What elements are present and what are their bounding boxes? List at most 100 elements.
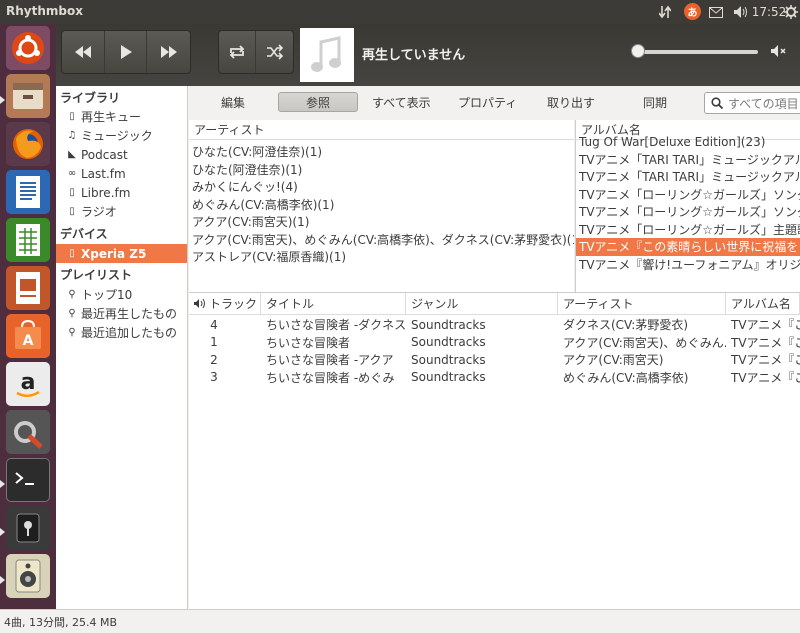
list-item[interactable]: TVアニメ「ローリング☆ガールズ」ソング集	[576, 186, 800, 204]
table-row[interactable]: 2 ちいさな冒険者 -アクア Soundtracks アクア(CV:雨宮天) T…	[189, 351, 800, 369]
svg-text:A: A	[23, 333, 34, 349]
librefm-icon: ▯	[69, 187, 75, 198]
sidebar-item-recently-played[interactable]: ⚲ 最近再生したもの	[56, 304, 187, 323]
list-item[interactable]: アクア(CV:雨宮天)、めぐみん(CV:高橋李依)、ダクネス(CV:茅野愛衣)(…	[189, 231, 574, 249]
queue-icon: ▯	[69, 111, 75, 122]
play-button[interactable]	[105, 31, 148, 73]
list-item[interactable]: ひなた(阿澄佳奈)(1)	[189, 161, 574, 179]
terminal-icon[interactable]	[6, 458, 50, 502]
sidebar-item-play-queue[interactable]: ▯ 再生キュー	[56, 107, 187, 126]
playback-controls	[61, 30, 191, 74]
column-header-title[interactable]: タイトル	[261, 293, 406, 314]
podcast-icon: ◣	[68, 149, 76, 160]
list-item[interactable]: Tug Of War[Deluxe Edition](23)	[576, 133, 800, 151]
track-list: トラック タイトル ジャンル アーティスト アルバム名 4 ちいさな冒険者 -ダ…	[189, 292, 800, 609]
list-item[interactable]: アクア(CV:雨宮天)(1)	[189, 213, 574, 231]
speaker-icon	[194, 298, 205, 309]
search-input[interactable]: すべての項目	[704, 92, 800, 114]
column-header-artist[interactable]: アーティスト	[558, 293, 726, 314]
music-icon: ♫	[67, 130, 77, 141]
ubuntu-dash-icon[interactable]	[6, 26, 50, 70]
album-art	[300, 28, 354, 82]
launcher: A a	[0, 24, 56, 633]
input-method-icon[interactable]: あ	[684, 3, 701, 20]
firefox-icon[interactable]	[6, 122, 50, 166]
sidebar: ライブラリ ▯ 再生キュー ♫ ミュージック ◣ Podcast ∞ Last.fm ▯…	[56, 86, 188, 609]
launcher-running-pip	[0, 528, 5, 536]
sidebar-item-librefm[interactable]: ▯ Libre.fm	[56, 183, 187, 202]
list-item[interactable]: アストレア(CV:福原香織)(1)	[189, 248, 574, 266]
sync-button[interactable]: 同期	[633, 92, 677, 112]
play-mode-controls	[218, 30, 294, 74]
rhythmbox-icon[interactable]	[6, 554, 50, 598]
volume-muted-icon[interactable]	[771, 44, 787, 61]
search-icon	[711, 97, 723, 109]
app-title: Rhythmbox	[6, 4, 83, 18]
previous-button[interactable]	[62, 31, 105, 73]
music-note-icon	[311, 36, 341, 72]
radio-icon: ▯	[69, 206, 75, 217]
sidebar-item-music[interactable]: ♫ ミュージック	[56, 126, 187, 145]
passwords-icon[interactable]	[6, 506, 50, 550]
list-item[interactable]: TVアニメ「TARI TARI」ミュージックアルバム	[576, 151, 800, 169]
artist-column-header[interactable]: アーティスト	[189, 120, 574, 140]
calc-icon[interactable]	[6, 218, 50, 262]
amazon-icon[interactable]: a	[6, 362, 50, 406]
sidebar-item-lastfm[interactable]: ∞ Last.fm	[56, 164, 187, 183]
edit-button[interactable]: 編集	[211, 92, 255, 112]
list-item[interactable]: TVアニメ「ローリング☆ガールズ」主題歌集	[576, 221, 800, 239]
list-item[interactable]: TVアニメ「ローリング☆ガールズ」ソング集	[576, 203, 800, 221]
lastfm-icon: ∞	[67, 168, 77, 179]
list-item[interactable]: みかくにんぐッ!(4)	[189, 178, 574, 196]
sidebar-item-xperia-z5[interactable]: ▯ Xperia Z5	[56, 244, 187, 263]
table-row[interactable]: 1 ちいさな冒険者 Soundtracks アクア(CV:雨宮天)、めぐみん..…	[189, 334, 800, 352]
library-header: ライブラリ	[60, 91, 121, 105]
list-item[interactable]: めぐみん(CV:高橋李依)(1)	[189, 196, 574, 214]
list-item[interactable]: TVアニメ『この素晴らしい世界に祝福を!』ED	[576, 238, 800, 256]
sidebar-item-recently-added[interactable]: ⚲ 最近追加したもの	[56, 323, 187, 342]
phone-icon: ▯	[69, 248, 75, 259]
mail-icon[interactable]	[707, 3, 725, 21]
artist-browser: アーティスト ひなた(CV:阿澄佳奈)(1) ひなた(阿澄佳奈)(1) みかくに…	[189, 120, 574, 292]
column-header-track[interactable]: トラック	[189, 293, 261, 314]
track-list-header: トラック タイトル ジャンル アーティスト アルバム名	[189, 293, 800, 315]
status-text: 4曲, 13分間, 25.4 MB	[4, 615, 118, 629]
gear-icon[interactable]	[782, 3, 800, 21]
top-panel: Rhythmbox あ 17:52	[0, 0, 800, 24]
volume-slider[interactable]	[638, 50, 758, 54]
browse-button[interactable]: 参照	[278, 92, 358, 112]
eject-device-button[interactable]: 取り出す	[537, 92, 605, 112]
column-header-genre[interactable]: ジャンル	[406, 293, 558, 314]
search-placeholder: すべての項目	[728, 96, 799, 111]
properties-button[interactable]: プロパティ	[448, 92, 527, 112]
system-settings-icon[interactable]	[6, 410, 50, 454]
impress-icon[interactable]	[6, 266, 50, 310]
player-toolbar: 再生していません	[56, 24, 800, 86]
table-row[interactable]: 3 ちいさな冒険者 -めぐみ Soundtracks めぐみん(CV:高橋李依)…	[189, 369, 800, 387]
next-button[interactable]	[147, 31, 190, 73]
repeat-button[interactable]	[219, 31, 256, 73]
status-bar: 4曲, 13分間, 25.4 MB	[0, 609, 800, 633]
list-item[interactable]: ひなた(CV:阿澄佳奈)(1)	[189, 143, 574, 161]
volume-slider-knob[interactable]	[631, 44, 645, 58]
table-row[interactable]: 4 ちいさな冒険者 -ダクネス Soundtracks ダクネス(CV:茅野愛衣…	[189, 316, 800, 334]
devices-header: デバイス	[60, 227, 108, 241]
browse-toolbar: 編集 参照 すべて表示 プロパティ 取り出す 同期 すべての項目	[189, 86, 800, 120]
list-item[interactable]: TVアニメ「TARI TARI」ミュージックアルバム	[576, 168, 800, 186]
column-header-album[interactable]: アルバム名	[726, 293, 800, 314]
clock[interactable]: 17:52	[752, 3, 787, 21]
sidebar-item-radio[interactable]: ▯ ラジオ	[56, 202, 187, 221]
svg-text:a: a	[21, 370, 36, 395]
sidebar-item-top10[interactable]: ⚲ トップ10	[56, 285, 187, 304]
launcher-running-pip	[0, 576, 5, 584]
show-all-button[interactable]: すべて表示	[362, 92, 441, 112]
album-browser: アルバム名 Tug Of War[Deluxe Edition](23) TVア…	[575, 120, 800, 292]
volume-indicator-icon[interactable]	[732, 3, 750, 21]
sidebar-item-podcast[interactable]: ◣ Podcast	[56, 145, 187, 164]
files-icon[interactable]	[6, 74, 50, 118]
list-item[interactable]: TVアニメ『響け!ユーフォニアム』オリジナル	[576, 256, 800, 274]
network-icon[interactable]	[656, 3, 674, 21]
writer-icon[interactable]	[6, 170, 50, 214]
shuffle-button[interactable]	[256, 31, 293, 73]
software-center-icon[interactable]: A	[6, 314, 50, 358]
